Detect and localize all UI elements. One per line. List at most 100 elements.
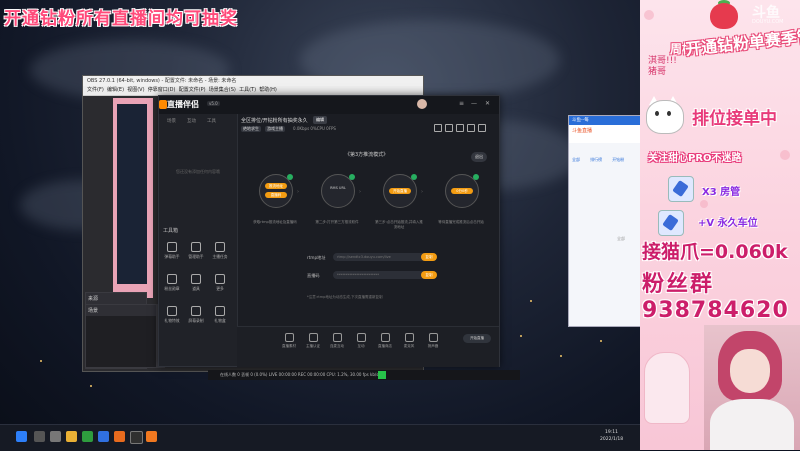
webcam-face xyxy=(730,349,770,393)
strawberry-icon xyxy=(710,3,738,29)
browser-tab-rank[interactable]: 排行榜 xyxy=(590,157,602,162)
obs-menu-file[interactable]: 文件(F) xyxy=(87,87,104,93)
tool-task[interactable]: 主播任务 xyxy=(209,242,231,260)
step-3: 开始直播 xyxy=(383,174,417,208)
step2-label: RMS URL xyxy=(330,186,346,190)
tool-gift-effect[interactable]: 礼物特效 xyxy=(161,306,183,324)
fan-season-banner: 开通钻粉单赛季管理 xyxy=(684,24,800,59)
bottom-speaker[interactable]: 扬声器 xyxy=(421,333,445,349)
start-live-button[interactable]: 开始直播 xyxy=(463,334,491,343)
companion-brand: 直播伴侣 xyxy=(167,100,199,109)
stream-title-overlay: 开通钻粉所有直播间均可抽奖 xyxy=(4,9,238,29)
obs-menu-help[interactable]: 帮助(H) xyxy=(259,87,277,93)
exit-button[interactable]: 退出 xyxy=(471,152,487,162)
obs-menu-tools[interactable]: 工具(T) xyxy=(239,87,256,93)
step-1: 推流地址 直播码 xyxy=(259,174,293,208)
step1-live-code-button[interactable]: 直播码 xyxy=(265,192,287,198)
bottom-verify[interactable]: 主播认证 xyxy=(301,333,325,349)
tool-manage[interactable]: 管理助手 xyxy=(185,242,207,260)
bottom-link-mic[interactable]: 连麦互动 xyxy=(325,333,349,349)
tool-props[interactable]: 道具 xyxy=(185,274,207,292)
douyu-app-icon[interactable] xyxy=(114,431,125,442)
tool-more[interactable]: 更多 xyxy=(209,274,231,292)
obs-menu-profile[interactable]: 配置文件(P) xyxy=(179,87,206,93)
browser-tab-all[interactable]: 全部 xyxy=(572,157,580,162)
gift-icon[interactable] xyxy=(456,124,464,132)
lock-icon[interactable] xyxy=(445,124,453,132)
copy-rtmp-button[interactable]: 复制 xyxy=(421,253,437,261)
weekly-rank-list: 淇哥!!! 猪哥 xyxy=(648,56,677,78)
type-chip[interactable]: 游戏主播 xyxy=(265,126,285,132)
stream-side-overlay: 斗鱼 DOUYU.COM 周榜 淇哥!!! 猪哥 开通钻粉单赛季管理 排位接单中… xyxy=(640,0,800,450)
sidebar-tab-scene[interactable]: 场景 xyxy=(167,118,176,124)
obs-sources-panel[interactable]: 场景 xyxy=(85,304,157,368)
room-stats: 0.0Kbps 0%CPU 0FPS xyxy=(293,126,336,131)
record-indicator-icon xyxy=(378,371,386,379)
code-field[interactable]: ************************ xyxy=(333,271,427,279)
explorer-icon[interactable] xyxy=(66,431,77,442)
minimize-icon[interactable]: — xyxy=(471,100,477,107)
tool-gift-box[interactable]: 礼物盒 xyxy=(209,306,231,324)
douyu-companion-window[interactable]: 直播伴侣 v5.0 ≡ — ✕ 场景 互动 工具 您还没有添加任何内容哦 工具箱… xyxy=(158,95,500,367)
search-icon[interactable] xyxy=(34,431,45,442)
bottom-shop[interactable]: 直播商店 xyxy=(373,333,397,349)
obs-menu-scenes[interactable]: 场景集合(S) xyxy=(209,87,236,93)
obs-sources-title: 场景 xyxy=(86,305,156,316)
douyu-watermark-sub: DOUYU.COM xyxy=(752,19,784,25)
start-icon[interactable] xyxy=(16,431,27,442)
sidebar-tab-interact[interactable]: 互动 xyxy=(187,118,196,124)
obs-preview-canvas xyxy=(117,104,147,284)
room-title: 全区排位/开钻粉所有抽奖永久 xyxy=(241,118,308,124)
obs-menu-edit[interactable]: 编辑(E) xyxy=(107,87,124,93)
obs-app-icon[interactable] xyxy=(130,431,143,444)
cat-eye-icon xyxy=(667,111,671,116)
task-view-icon[interactable] xyxy=(50,431,61,442)
tool-fan-medal[interactable]: 粉丝勋章 xyxy=(161,274,183,292)
verify-icon xyxy=(308,333,318,342)
clock-date: 2022/1/18 xyxy=(600,437,624,442)
obs-menu-docks[interactable]: 停靠窗口(D) xyxy=(148,87,176,93)
avatar[interactable] xyxy=(417,99,427,109)
browser-titlebar[interactable]: 斗鱼--每 xyxy=(569,116,641,125)
obs-menu-view[interactable]: 视图(V) xyxy=(127,87,144,93)
webcam-body xyxy=(710,399,794,450)
taskbar: 19:11 2022/1/18 xyxy=(0,424,640,451)
share-icon[interactable] xyxy=(478,124,486,132)
companion-app-icon[interactable] xyxy=(146,431,157,442)
trash-icon[interactable] xyxy=(434,124,442,132)
browser-app-icon[interactable] xyxy=(98,431,109,442)
bottom-material[interactable]: 直播素材 xyxy=(277,333,301,349)
browser-window[interactable]: 斗鱼--每 斗鱼直播 全部 排行榜 开钻粉 全部 xyxy=(568,115,642,327)
gift-parking-text: +V 永久车位 xyxy=(698,218,758,229)
obs-preview[interactable] xyxy=(113,98,153,298)
room-edit-button[interactable]: 编辑 xyxy=(313,116,327,124)
step1-push-addr-button[interactable]: 推流地址 xyxy=(265,183,287,189)
category-chip[interactable]: 绝地求生 xyxy=(241,126,261,132)
copy-code-button[interactable]: 复制 xyxy=(421,271,437,279)
step4-desc: 等待直播完成推流后点击开始 xyxy=(438,220,484,224)
bottom-mic[interactable]: 麦克风 xyxy=(397,333,421,349)
browser-tab-fan[interactable]: 开钻粉 xyxy=(612,157,624,162)
taskbar-clock[interactable]: 19:11 2022/1/18 xyxy=(600,429,623,443)
tool-screen-record[interactable]: 屏幕录制 xyxy=(185,306,207,324)
medal-icon xyxy=(167,274,177,284)
cat-claw-text: 接猫爪=0.060k xyxy=(642,241,788,263)
step4-timer-button[interactable]: 0分0秒 xyxy=(451,188,473,194)
tool-danmu[interactable]: 弹幕助手 xyxy=(161,242,183,260)
rtmp-field[interactable]: rtmp://sendtc3.douyu.com/live xyxy=(333,253,427,261)
manage-icon xyxy=(191,242,201,252)
step3-start-button[interactable]: 开始直播 xyxy=(389,188,411,194)
clock-time: 19:11 xyxy=(605,430,619,435)
menu-icon[interactable]: ≡ xyxy=(459,100,464,107)
bottom-interact[interactable]: 互动 xyxy=(349,333,373,349)
obs-titlebar[interactable]: OBS 27.0.1 (64-bit, windows) - 配置文件: 未命名… xyxy=(83,76,423,86)
gift-box-icon xyxy=(215,306,225,316)
sidebar-tab-tools[interactable]: 工具 xyxy=(207,118,216,124)
close-icon[interactable]: ✕ xyxy=(485,100,490,107)
companion-topbar[interactable]: 直播伴侣 v5.0 ≡ — ✕ xyxy=(159,96,499,114)
rtmp-label: rtmp地址 xyxy=(307,255,326,260)
check-icon xyxy=(349,174,355,180)
app-icon[interactable] xyxy=(82,431,93,442)
bell-icon[interactable] xyxy=(467,124,475,132)
check-icon xyxy=(411,174,417,180)
